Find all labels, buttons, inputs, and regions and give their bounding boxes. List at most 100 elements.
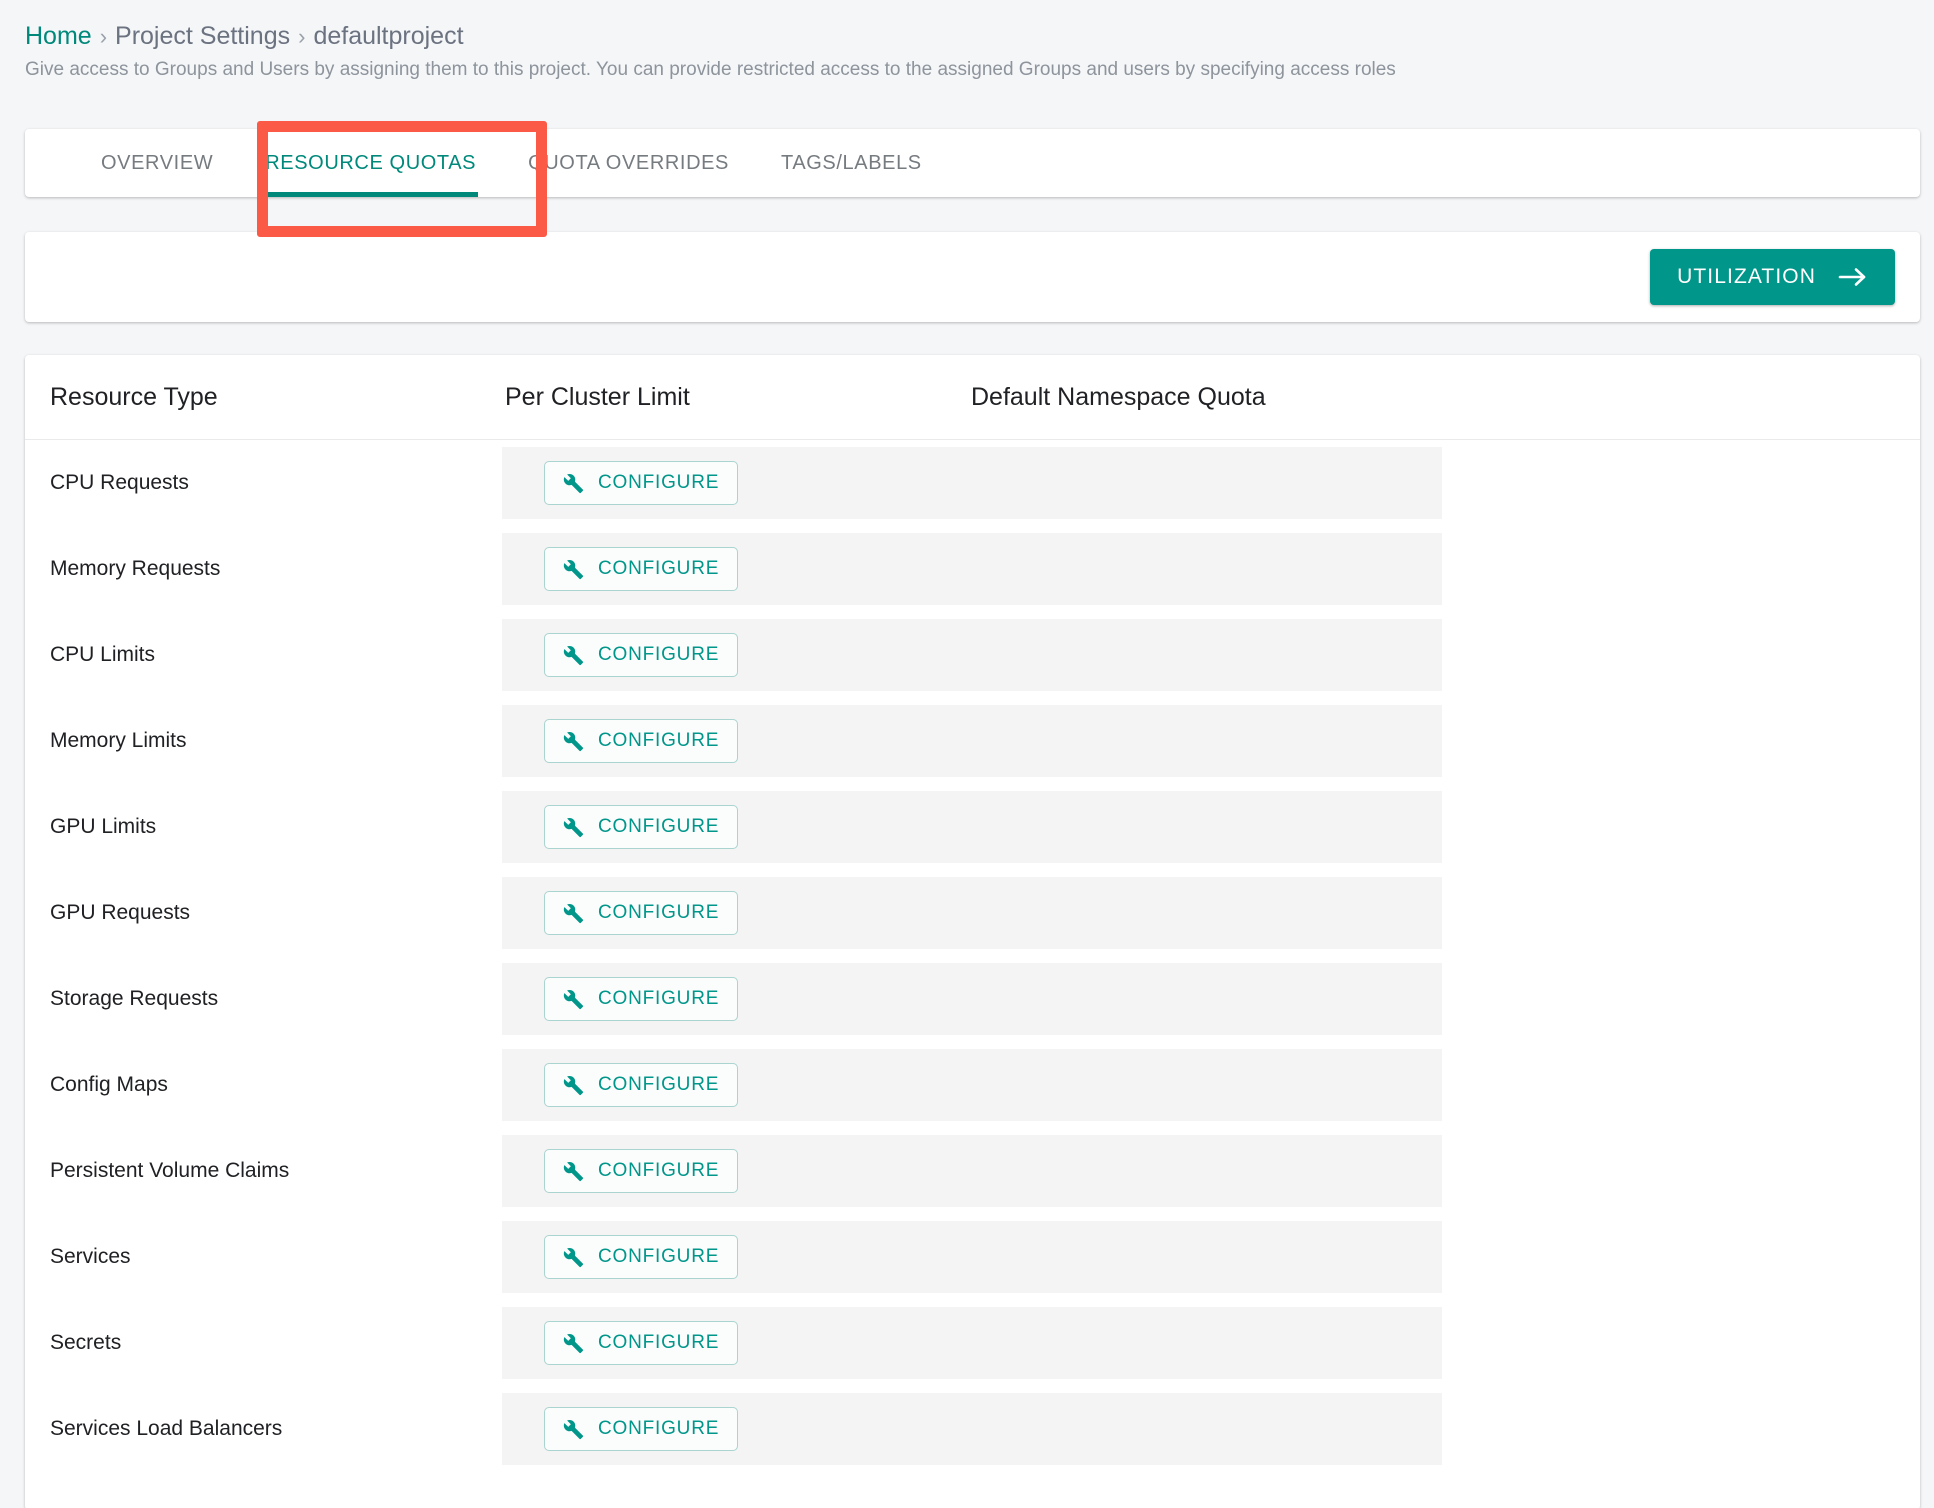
tab-resource-quotas-label: RESOURCE QUOTAS [265,151,477,174]
breadcrumb-project-settings[interactable]: Project Settings [115,22,290,50]
configure-button-label: CONFIGURE [598,730,720,751]
configure-button[interactable]: CONFIGURE [544,1407,739,1451]
cell-per-cluster-limit: CONFIGURE [502,1235,1442,1279]
column-header-resource-type: Resource Type [50,382,218,411]
configure-button[interactable]: CONFIGURE [544,1321,739,1365]
breadcrumb-separator-icon: › [99,24,108,49]
row-resource-type: Config Maps [50,1073,168,1096]
cell-per-cluster-limit: CONFIGURE [502,547,1442,591]
row-resource-type: CPU Requests [50,471,189,494]
wrench-icon [563,473,584,494]
table-header-row: Resource Type Per Cluster Limit Default … [25,355,1920,440]
wrench-icon [563,1333,584,1354]
tab-tags-labels-label: TAGS/LABELS [781,151,922,174]
row-resource-type: CPU Limits [50,643,156,666]
breadcrumb-separator-icon-2: › [298,24,306,49]
configure-button[interactable]: CONFIGURE [544,1149,739,1193]
utilization-button[interactable]: UTILIZATION [1650,249,1895,305]
wrench-icon [563,645,584,666]
breadcrumb-current-project: defaultproject [313,22,464,50]
cell-per-cluster-limit: CONFIGURE [502,1407,1442,1451]
page-description: Give access to Groups and Users by assig… [25,59,1396,80]
table-row: CPU Requests CONFIGURE [25,440,1920,526]
tab-resource-quotas[interactable]: RESOURCE QUOTAS [239,129,502,197]
wrench-icon [563,989,584,1010]
resource-quotas-table-card: Resource Type Per Cluster Limit Default … [25,355,1920,1508]
cell-per-cluster-limit: CONFIGURE [502,633,1442,677]
row-resource-type: Secrets [50,1331,122,1354]
table-row: GPU Limits CONFIGURE [25,784,1920,870]
table-row: Secrets CONFIGURE [25,1300,1920,1386]
wrench-icon [563,817,584,838]
arrow-right-icon [1838,266,1868,288]
tab-bar: OVERVIEW RESOURCE QUOTAS QUOTA OVERRIDES… [25,129,1920,197]
configure-button-label: CONFIGURE [598,1418,720,1439]
configure-button[interactable]: CONFIGURE [544,719,739,763]
column-header-per-cluster-limit: Per Cluster Limit [505,382,690,411]
configure-button[interactable]: CONFIGURE [544,977,739,1021]
configure-button-label: CONFIGURE [598,816,720,837]
configure-button-label: CONFIGURE [598,988,720,1009]
breadcrumb: Home › Project Settings › defaultproject [25,20,464,53]
row-resource-type: Storage Requests [50,987,219,1010]
project-settings-page: Home › Project Settings › defaultproject Giv… [0,0,1934,1508]
column-header-default-namespace-quota: Default Namespace Quota [971,382,1266,411]
table-row: Services CONFIGURE [25,1214,1920,1300]
wrench-icon [563,1161,584,1182]
tabs-card: OVERVIEW RESOURCE QUOTAS QUOTA OVERRIDES… [25,129,1920,197]
wrench-icon [563,1419,584,1440]
row-resource-type: GPU Limits [50,815,157,838]
configure-button[interactable]: CONFIGURE [544,805,739,849]
cell-per-cluster-limit: CONFIGURE [502,719,1442,763]
wrench-icon [563,903,584,924]
wrench-icon [563,731,584,752]
row-resource-type: GPU Requests [50,901,191,924]
table-row: Persistent Volume Claims CONFIGURE [25,1128,1920,1214]
table-row: Storage Requests CONFIGURE [25,956,1920,1042]
table-row: Services Load Balancers CONFIGURE [25,1386,1920,1472]
configure-button-label: CONFIGURE [598,902,720,923]
cell-per-cluster-limit: CONFIGURE [502,805,1442,849]
table-row: Config Maps CONFIGURE [25,1042,1920,1128]
table-row: CPU Limits CONFIGURE [25,612,1920,698]
configure-button[interactable]: CONFIGURE [544,547,739,591]
table-row: Memory Limits CONFIGURE [25,698,1920,784]
breadcrumb-home-link[interactable]: Home [25,22,92,50]
cell-per-cluster-limit: CONFIGURE [502,1321,1442,1365]
tab-quota-overrides-label: QUOTA OVERRIDES [528,151,729,174]
row-resource-type: Memory Requests [50,557,221,580]
table-row: GPU Requests CONFIGURE [25,870,1920,956]
configure-button-label: CONFIGURE [598,1160,720,1181]
tab-tags-labels[interactable]: TAGS/LABELS [755,129,948,197]
configure-button-label: CONFIGURE [598,1074,720,1095]
row-resource-type: Services Load Balancers [50,1417,283,1440]
row-resource-type: Memory Limits [50,729,187,752]
cell-per-cluster-limit: CONFIGURE [502,461,1442,505]
configure-button-label: CONFIGURE [598,1246,720,1267]
wrench-icon [563,1247,584,1268]
tab-quota-overrides[interactable]: QUOTA OVERRIDES [502,129,755,197]
table-row: Memory Requests CONFIGURE [25,526,1920,612]
table-body: CPU Requests CONFIGURE Memory Requests CONF… [25,440,1920,1472]
tab-overview[interactable]: OVERVIEW [75,129,239,197]
utilization-toolbar-card: UTILIZATION [25,232,1920,322]
configure-button[interactable]: CONFIGURE [544,1063,739,1107]
row-resource-type: Services [50,1245,131,1268]
wrench-icon [563,559,584,580]
configure-button-label: CONFIGURE [598,558,720,579]
cell-per-cluster-limit: CONFIGURE [502,1149,1442,1193]
cell-per-cluster-limit: CONFIGURE [502,1063,1442,1107]
tab-overview-label: OVERVIEW [101,151,214,174]
wrench-icon [563,1075,584,1096]
row-resource-type: Persistent Volume Claims [50,1159,290,1182]
configure-button-label: CONFIGURE [598,472,720,493]
configure-button[interactable]: CONFIGURE [544,891,739,935]
configure-button-label: CONFIGURE [598,644,720,665]
cell-per-cluster-limit: CONFIGURE [502,977,1442,1021]
cell-per-cluster-limit: CONFIGURE [502,891,1442,935]
configure-button[interactable]: CONFIGURE [544,461,739,505]
utilization-button-label: UTILIZATION [1677,265,1816,288]
configure-button-label: CONFIGURE [598,1332,720,1353]
configure-button[interactable]: CONFIGURE [544,633,739,677]
configure-button[interactable]: CONFIGURE [544,1235,739,1279]
